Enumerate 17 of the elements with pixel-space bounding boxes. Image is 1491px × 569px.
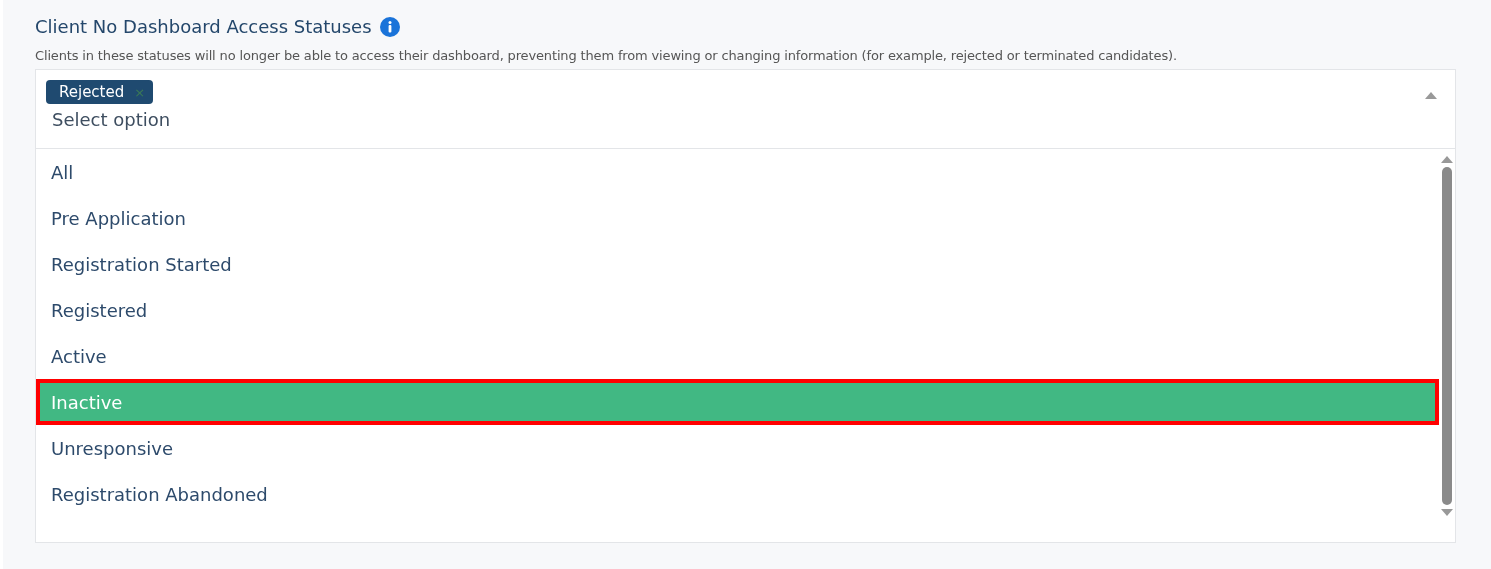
dropdown-option[interactable]: Pre Application: [36, 195, 1439, 241]
select-placeholder[interactable]: Select option: [52, 109, 1445, 130]
dropdown-option[interactable]: Unresponsive: [36, 425, 1439, 471]
dropdown-option[interactable]: All: [36, 149, 1439, 195]
scroll-down-icon[interactable]: [1441, 509, 1453, 517]
scroll-up-icon[interactable]: [1441, 155, 1453, 163]
caret-icon[interactable]: [1425, 91, 1437, 99]
dropdown-option[interactable]: Registration Started: [36, 241, 1439, 287]
scrollbar-thumb[interactable]: [1442, 167, 1452, 505]
multiselect-field[interactable]: Rejected × Select option All Pre Application Registration Started Registered Active Inactive Unresponsive Registration Abandoned: [35, 69, 1456, 543]
dropdown-option[interactable]: Registration Abandoned: [36, 471, 1439, 517]
info-icon[interactable]: [379, 16, 400, 37]
section-title: Client No Dashboard Access Statuses: [35, 16, 372, 37]
dropdown-option[interactable]: Registered: [36, 287, 1439, 333]
dropdown-option[interactable]: Active: [36, 333, 1439, 379]
tag-label: Rejected: [59, 83, 125, 101]
section-description: Clients in these statuses will no longer be able to access their dashboard, preventing them from viewing or changing information (for example, rejected or terminated candidates).: [35, 48, 1178, 63]
